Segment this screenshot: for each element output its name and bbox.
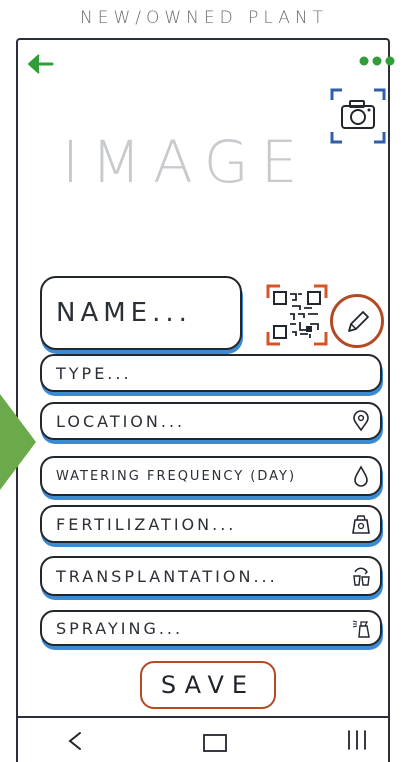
transplantation-field[interactable]: TRANSPLANTATION... xyxy=(40,556,382,596)
location-placeholder: LOCATION... xyxy=(56,411,186,431)
pencil-icon xyxy=(348,311,369,332)
type-placeholder: TYPE... xyxy=(56,363,132,383)
type-field[interactable]: TYPE... xyxy=(40,354,382,392)
spraying-field[interactable]: SPRAYING... xyxy=(40,610,382,646)
nav-back-icon[interactable] xyxy=(62,728,88,754)
fertilizer-bag-icon xyxy=(352,515,370,534)
spray-bottle-icon xyxy=(352,620,370,638)
save-button[interactable]: SAVE xyxy=(140,661,276,709)
qr-code-icon[interactable] xyxy=(266,284,328,346)
fertilization-field[interactable]: FERTILIZATION... xyxy=(40,505,382,543)
watering-placeholder: WATERING FREQUENCY (DAY) xyxy=(56,468,297,484)
location-field[interactable]: LOCATION... xyxy=(40,402,382,440)
nav-recents-icon[interactable] xyxy=(342,728,372,752)
navigation-bar xyxy=(16,716,390,759)
more-dots-icon[interactable] xyxy=(358,52,396,70)
spraying-placeholder: SPRAYING... xyxy=(56,618,184,638)
water-drop-icon xyxy=(354,465,368,487)
name-placeholder: NAME... xyxy=(56,298,192,328)
name-field[interactable]: NAME... xyxy=(40,276,242,350)
nav-home-icon[interactable] xyxy=(200,733,230,753)
edit-button[interactable] xyxy=(330,294,384,348)
pot-transplant-icon xyxy=(353,567,370,586)
image-placeholder[interactable]: IMAGE xyxy=(62,128,297,208)
watering-frequency-field[interactable]: WATERING FREQUENCY (DAY) xyxy=(40,456,382,496)
transplantation-placeholder: TRANSPLANTATION... xyxy=(56,566,278,586)
fertilization-placeholder: FERTILIZATION... xyxy=(56,514,237,534)
save-label: SAVE xyxy=(160,671,256,699)
arrow-left-icon[interactable] xyxy=(26,52,56,76)
location-pin-icon xyxy=(353,410,369,432)
camera-icon[interactable] xyxy=(328,86,388,146)
screen-title: NEW/OWNED PLANT xyxy=(80,8,328,28)
